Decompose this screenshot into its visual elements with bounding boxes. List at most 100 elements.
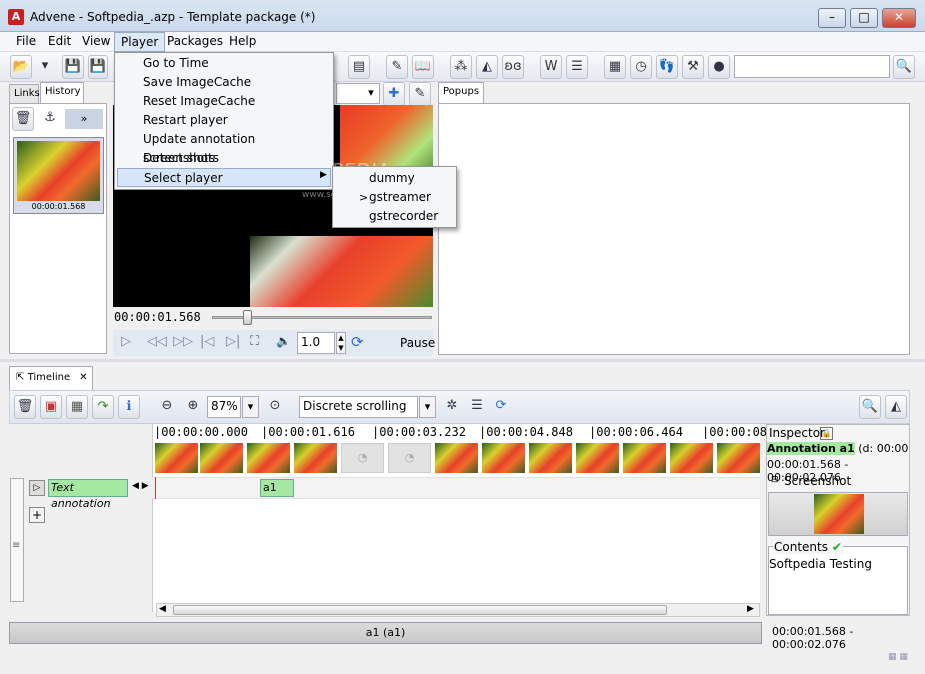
search-icon[interactable]: 🔍 — [893, 55, 915, 79]
collapse-icon[interactable]: ⊟ — [771, 475, 779, 485]
rewind-icon[interactable]: ◁◁ — [147, 334, 167, 349]
tab-close-icon[interactable]: ✕ — [79, 372, 87, 383]
add-type-button[interactable]: + — [29, 507, 45, 523]
clock-icon[interactable]: ◷ — [630, 55, 652, 79]
scroll-right-icon[interactable]: ▶ — [747, 604, 754, 614]
web-icon[interactable]: W — [540, 55, 562, 79]
menu-item-restart-player[interactable]: Restart player — [117, 111, 331, 130]
timeline-search-icon[interactable]: 🔍 — [859, 395, 881, 419]
menu-item-select-player[interactable]: Select player — [117, 168, 331, 187]
popout-icon[interactable]: ⇱ — [16, 372, 24, 383]
menu-view[interactable]: View — [76, 32, 116, 52]
record-icon[interactable]: ● — [708, 55, 730, 79]
menu-player[interactable]: Player — [114, 32, 166, 52]
scroll-left-icon[interactable]: ◀ — [159, 604, 166, 614]
tab-history[interactable]: History — [40, 82, 84, 103]
info-icon[interactable]: ℹ — [118, 395, 140, 419]
chevron-down-icon[interactable]: ▾ — [363, 84, 379, 103]
butterfly-icon[interactable]: ʚɞ — [502, 55, 524, 79]
type-nav-arrows-icon[interactable]: ◀ ▶ — [132, 481, 149, 491]
hierarchy-icon[interactable]: ⚓ — [38, 107, 62, 131]
menu-file[interactable]: File — [10, 32, 42, 52]
fullscreen-icon[interactable]: ⛶ — [250, 334, 259, 349]
refresh-icon[interactable]: ⟳ — [490, 395, 512, 419]
view-icon[interactable]: ▤ — [348, 55, 370, 79]
pane-splitter[interactable] — [0, 359, 925, 362]
tab-popups[interactable]: Popups — [438, 82, 484, 103]
tab-links[interactable]: Links — [9, 84, 40, 103]
annotation-header: Annotation a1 (d: 00:00:00.50 — [767, 442, 909, 457]
zoom-level[interactable]: 87% — [207, 396, 241, 418]
maximize-button[interactable]: □ — [850, 8, 878, 28]
annotation-status-bar[interactable]: a1 (a1) — [9, 622, 762, 644]
previous-icon[interactable]: |◁ — [200, 334, 214, 349]
horizontal-scrollbar[interactable]: ◀ ▶ — [156, 603, 760, 617]
forward-icon[interactable]: ▷▷ — [173, 334, 193, 349]
tab-timeline[interactable]: ⇱ Timeline ✕ — [9, 366, 93, 390]
menu-item-go-to-time[interactable]: Go to Time — [117, 54, 331, 73]
minimize-button[interactable]: – — [818, 8, 846, 28]
dropdown-arrow-icon[interactable]: ▾ — [36, 55, 54, 79]
save-as-icon[interactable]: 💾 — [88, 55, 108, 79]
zoom-out-icon[interactable]: ⊖ — [156, 395, 178, 419]
volume-icon[interactable]: 🔈 — [276, 334, 291, 348]
app-icon: A — [8, 9, 24, 25]
zoom-fit-icon[interactable]: ⊙ — [264, 395, 286, 419]
submenu-item-dummy[interactable]: dummy — [335, 169, 454, 188]
menu-item-detect-shots[interactable]: Detect shots — [117, 149, 331, 168]
menu-help[interactable]: Help — [223, 32, 262, 52]
seek-handle[interactable] — [243, 310, 252, 325]
screenshot-box[interactable] — [768, 492, 908, 536]
grid-icon[interactable]: ▦ — [66, 395, 88, 419]
note-icon[interactable]: ☰ — [466, 395, 488, 419]
layout-icon[interactable]: ◭ — [885, 395, 907, 419]
annotation-track[interactable] — [152, 477, 760, 499]
scroll-mode-select[interactable]: Discrete scrolling — [299, 396, 418, 418]
menu-item-update-screenshots[interactable]: Update annotation screenshots — [117, 130, 331, 165]
history-panel: 🗑 ⚓ » 00:00:01.568 — [9, 103, 107, 354]
footprint-icon[interactable]: 👣 — [656, 55, 678, 79]
zoom-in-icon[interactable]: ⊕ — [182, 395, 204, 419]
resize-grip-icon[interactable]: ▦ ▦ — [888, 652, 908, 662]
sync-icon[interactable]: ⟳ — [351, 333, 364, 351]
tools-icon[interactable]: ⚒ — [682, 55, 704, 79]
menu-item-reset-imagecache[interactable]: Reset ImageCache — [117, 92, 331, 111]
split-icon[interactable]: ◭ — [476, 55, 498, 79]
next-icon[interactable]: ▷| — [226, 334, 240, 349]
menu-packages[interactable]: Packages — [161, 32, 229, 52]
play-icon[interactable]: ▷ — [121, 334, 131, 349]
book-icon[interactable]: 📖 — [412, 55, 434, 79]
plus-icon[interactable]: ✚ — [383, 82, 405, 106]
scroll-thumb[interactable] — [173, 605, 667, 615]
annotation-a1[interactable]: a1 — [260, 479, 294, 497]
type-toggle-icon[interactable]: ▷ — [29, 480, 45, 496]
lock-icon[interactable]: 🔒 — [820, 427, 833, 440]
table-icon[interactable]: ▦ — [604, 55, 626, 79]
color-icon[interactable]: ▣ — [40, 395, 62, 419]
submenu-item-gstreamer[interactable]: gstreamer — [335, 188, 454, 207]
goto-icon[interactable]: ↷ — [92, 395, 114, 419]
trash-icon[interactable]: 🗑 — [12, 107, 34, 131]
zoom-chevron-down-icon[interactable]: ▾ — [242, 396, 259, 418]
submenu-item-gstrecorder[interactable]: gstrecorder — [335, 207, 454, 226]
type-label[interactable]: Text annotation — [48, 479, 128, 510]
scroll-chevron-down-icon[interactable]: ▾ — [419, 396, 436, 418]
settings-icon[interactable]: ✲ — [441, 395, 463, 419]
rate-input[interactable]: 1.0 — [297, 332, 335, 354]
menu-edit[interactable]: Edit — [42, 32, 77, 52]
document-icon[interactable]: ☰ — [566, 55, 588, 79]
contents-box[interactable]: Contents ✔ Softpedia Testing — [768, 540, 908, 615]
pencil-icon[interactable]: ✎ — [409, 82, 431, 106]
edit-note-icon[interactable]: ✎ — [386, 55, 408, 79]
delete-icon[interactable]: 🗑 — [14, 395, 36, 419]
tree-icon[interactable]: ⁂ — [450, 55, 472, 79]
open-folder-icon[interactable]: 📂 — [10, 55, 32, 79]
toolbar-search-input[interactable] — [734, 55, 890, 78]
save-icon[interactable]: 💾 — [62, 55, 84, 79]
menu-item-save-imagecache[interactable]: Save ImageCache — [117, 73, 331, 92]
close-button[interactable]: ✕ — [882, 8, 916, 28]
video-time: 00:00:01.568 — [114, 310, 201, 324]
more-icon[interactable]: » — [65, 109, 103, 129]
rate-spinner[interactable]: ▲ ▼ — [336, 332, 346, 354]
history-thumbnail[interactable]: 00:00:01.568 — [13, 137, 104, 214]
